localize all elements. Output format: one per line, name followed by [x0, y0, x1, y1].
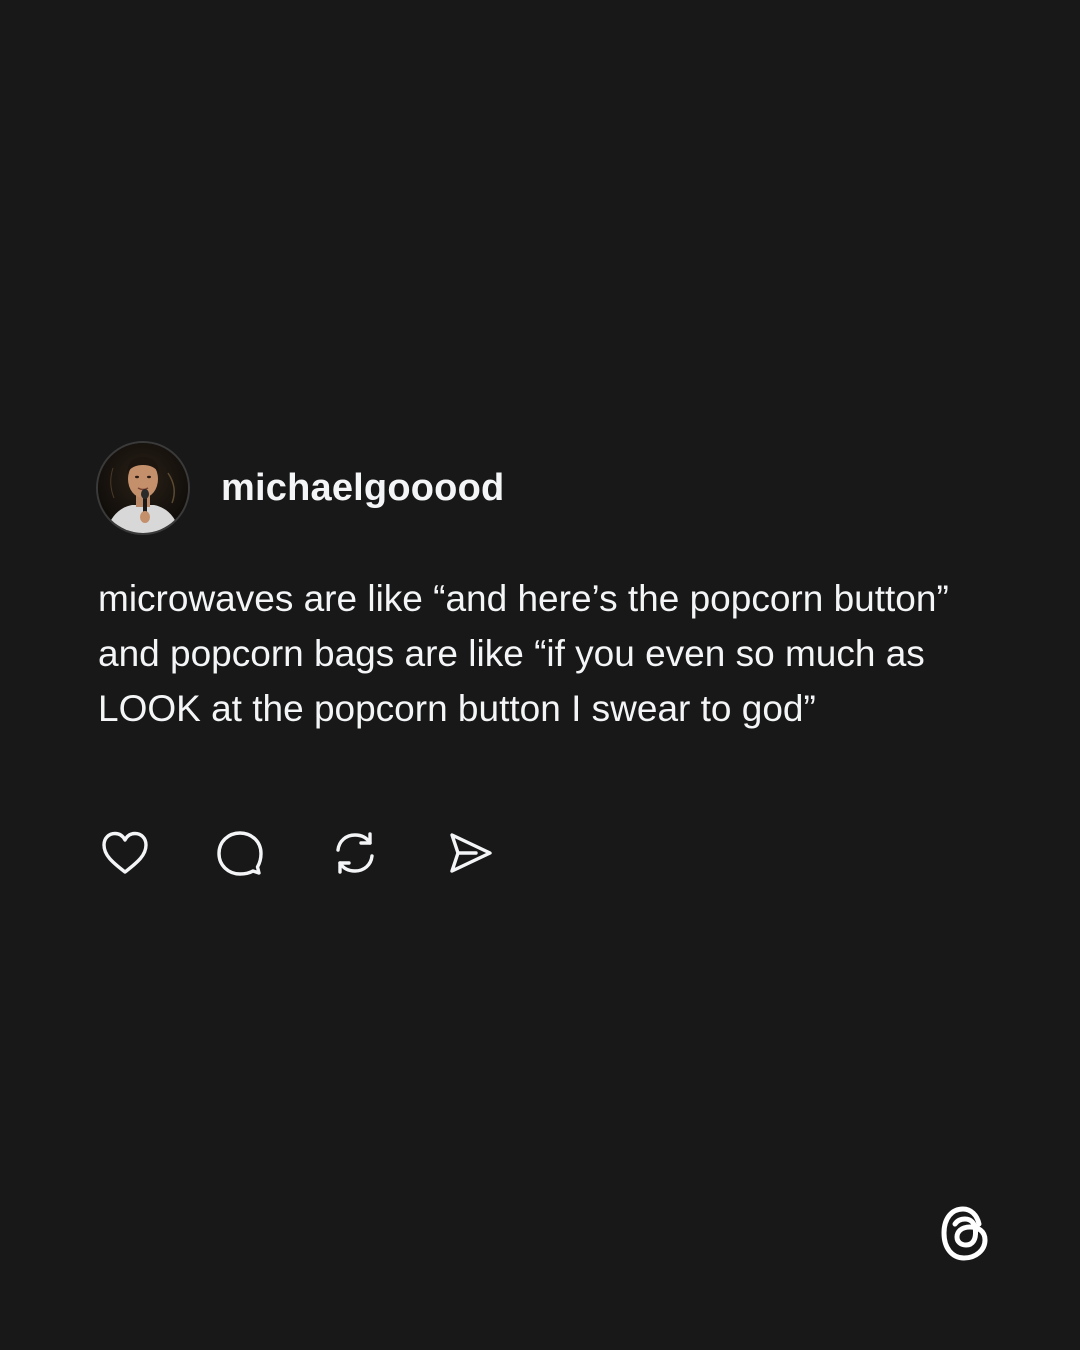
repost-button[interactable]	[328, 826, 382, 880]
threads-logo-icon	[941, 1206, 988, 1261]
avatar-image	[98, 443, 188, 533]
comment-button[interactable]	[213, 826, 267, 880]
post-header: michaelgooood	[96, 439, 504, 537]
post-actions	[98, 826, 558, 880]
share-icon	[450, 833, 492, 873]
threads-logo	[930, 1198, 1000, 1268]
username[interactable]: michaelgooood	[221, 467, 504, 510]
comment-icon	[217, 831, 263, 876]
share-button[interactable]	[443, 826, 497, 880]
threads-post-card: michaelgooood microwaves are like “and h…	[0, 0, 1080, 1350]
avatar[interactable]	[96, 441, 190, 535]
heart-icon	[102, 831, 148, 874]
repost-icon	[336, 832, 374, 874]
post-text: microwaves are like “and here’s the popc…	[98, 578, 949, 729]
like-button[interactable]	[98, 826, 152, 880]
